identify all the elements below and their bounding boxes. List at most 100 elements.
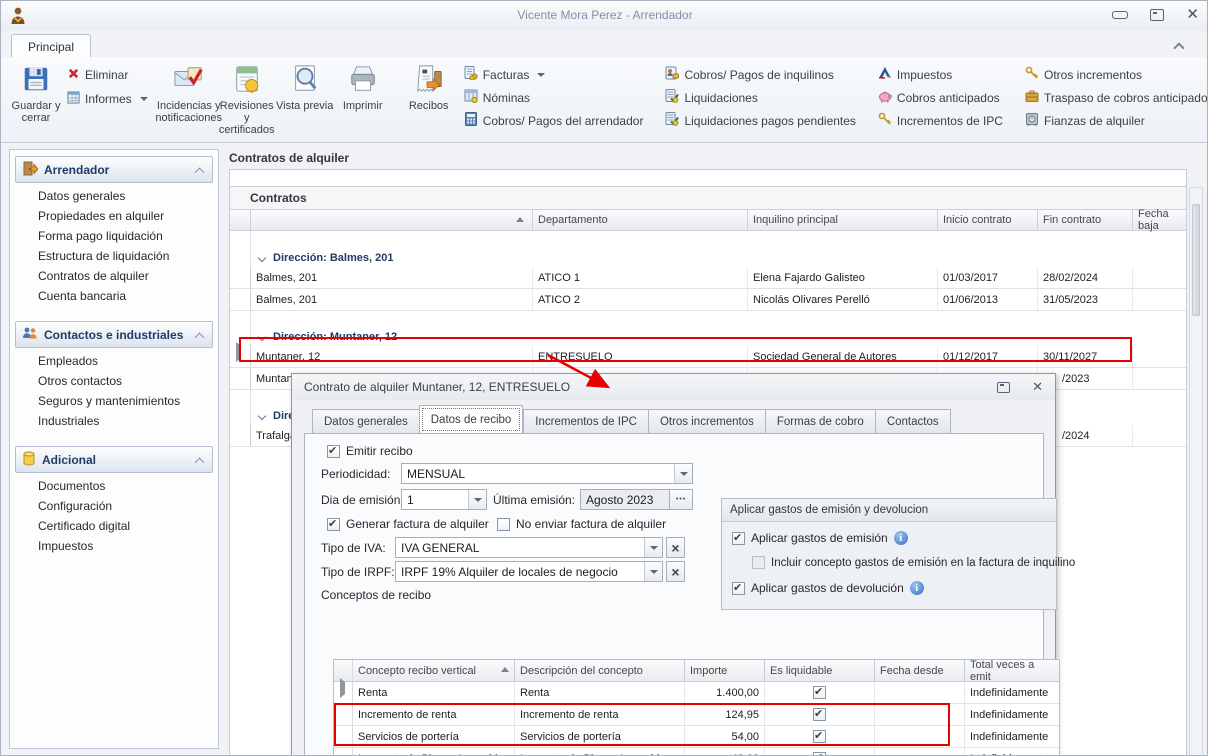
no-enviar-factura-checkbox[interactable]: No enviar factura de alquiler xyxy=(497,517,666,531)
ultima-emision-field[interactable]: Agosto 2023 xyxy=(580,489,670,510)
sidebar-item-industriales[interactable]: Industriales xyxy=(10,412,218,432)
column-header-inicio[interactable]: Inicio contrato xyxy=(938,210,1038,230)
tipo-iva-select[interactable]: IVA GENERAL xyxy=(395,537,663,558)
dropdown-icon[interactable] xyxy=(644,538,662,557)
sidebar-item-impuestos[interactable]: Impuestos xyxy=(10,537,218,557)
column-header-importe[interactable]: Importe xyxy=(685,660,765,681)
concepto-row[interactable]: Servicios de portería Servicios de porte… xyxy=(334,726,1059,748)
es-liquidable-checkbox[interactable] xyxy=(813,708,826,721)
maximize-icon[interactable] xyxy=(997,382,1010,393)
liquidaciones-button[interactable]: Liquidaciones xyxy=(665,89,855,106)
column-header-inquilino[interactable]: Inquilino principal xyxy=(748,210,938,230)
column-header-total-veces[interactable]: Total veces a emit xyxy=(965,660,1059,681)
tipo-irpf-select[interactable]: IRPF 19% Alquiler de locales de negocio xyxy=(395,561,663,582)
dropdown-icon[interactable] xyxy=(674,464,692,483)
otros-incrementos-button[interactable]: Otros incrementos xyxy=(1025,66,1208,83)
column-header-direccion[interactable] xyxy=(251,210,533,230)
column-header-liquidable[interactable]: Es liquidable xyxy=(765,660,875,681)
info-icon[interactable]: i xyxy=(910,581,924,595)
table-row[interactable]: Balmes, 201 ATICO 2 Nicolás Olivares Per… xyxy=(230,289,1186,311)
column-header-fin[interactable]: Fin contrato xyxy=(1038,210,1133,230)
sidebar-item-contratos[interactable]: Contratos de alquiler xyxy=(10,267,218,287)
tab-incrementos-ipc[interactable]: Incrementos de IPC xyxy=(523,409,648,434)
group-row-muntaner[interactable]: Dirección: Muntaner, 12 xyxy=(230,328,1186,346)
aplicar-gastos-devolucion-checkbox[interactable]: Aplicar gastos de devolución i xyxy=(732,581,924,595)
sidebar-item-cuenta[interactable]: Cuenta bancaria xyxy=(10,287,218,307)
recibos-button[interactable]: Recibos xyxy=(400,61,458,138)
group-row-balmes[interactable]: Dirección: Balmes, 201 xyxy=(230,249,1186,267)
collapse-section-icon[interactable] xyxy=(196,166,204,174)
close-icon[interactable] xyxy=(1032,379,1043,395)
cobros-pagos-inquilinos-button[interactable]: Cobros/ Pagos de inquilinos xyxy=(665,66,855,83)
dropdown-icon[interactable] xyxy=(468,490,486,509)
informes-button[interactable]: Informes xyxy=(67,91,148,107)
tab-contactos[interactable]: Contactos xyxy=(875,409,951,434)
es-liquidable-checkbox[interactable] xyxy=(813,730,826,743)
fianzas-button[interactable]: Fianzas de alquiler xyxy=(1025,112,1208,129)
sidebar-item-empleados[interactable]: Empleados xyxy=(10,352,218,372)
concepto-row[interactable]: Incremento de renta Incremento de renta … xyxy=(334,704,1059,726)
column-header-fecha-desde[interactable]: Fecha desde xyxy=(875,660,965,681)
maximize-icon[interactable] xyxy=(1150,9,1164,21)
es-liquidable-checkbox[interactable] xyxy=(813,686,826,699)
minimize-icon[interactable] xyxy=(1112,11,1128,19)
tab-formas-de-cobro[interactable]: Formas de cobro xyxy=(765,409,875,434)
concepto-row[interactable]: Impuesto de Bienes Inmuebles Impuesto de… xyxy=(334,748,1059,756)
tab-principal[interactable]: Principal xyxy=(11,34,91,58)
imprimir-button[interactable]: Imprimir xyxy=(334,61,392,138)
eliminar-button[interactable]: Eliminar xyxy=(67,67,148,83)
sidebar-item-seguros[interactable]: Seguros y mantenimientos xyxy=(10,392,218,412)
column-header-departamento[interactable]: Departamento xyxy=(533,210,748,230)
scrollbar-thumb[interactable] xyxy=(1192,204,1200,316)
table-row[interactable]: Balmes, 201 ATICO 1 Elena Fajardo Galist… xyxy=(230,267,1186,289)
sidebar-item-otros-contactos[interactable]: Otros contactos xyxy=(10,372,218,392)
sidebar-item-propiedades[interactable]: Propiedades en alquiler xyxy=(10,207,218,227)
collapse-section-icon[interactable] xyxy=(196,331,204,339)
clear-irpf-button[interactable] xyxy=(666,561,685,582)
guardar-y-cerrar-button[interactable]: Guardar y cerrar xyxy=(7,61,65,138)
es-liquidable-checkbox[interactable] xyxy=(813,752,826,756)
tab-otros-incrementos[interactable]: Otros incrementos xyxy=(648,409,765,434)
sidebar-item-documentos[interactable]: Documentos xyxy=(10,477,218,497)
clear-iva-button[interactable] xyxy=(666,537,685,558)
sidebar-item-certificado[interactable]: Certificado digital xyxy=(10,517,218,537)
aplicar-gastos-emision-checkbox[interactable]: Aplicar gastos de emisión i xyxy=(732,531,908,545)
periodicidad-select[interactable]: MENSUAL xyxy=(401,463,693,484)
ellipsis-button[interactable] xyxy=(669,489,693,510)
collapse-ribbon-icon[interactable] xyxy=(1175,41,1183,49)
concepto-row[interactable]: Renta Renta 1.400,00 Indefinidamente xyxy=(334,682,1059,704)
facturas-button[interactable]: Facturas xyxy=(464,66,644,83)
incluir-concepto-checkbox[interactable]: Incluir concepto gastos de emisión en la… xyxy=(752,556,1075,569)
close-icon[interactable] xyxy=(1186,9,1199,21)
column-header-baja[interactable]: Fecha baja xyxy=(1133,210,1186,230)
dia-emision-select[interactable]: 1 xyxy=(401,489,487,510)
column-header-concepto[interactable]: Concepto recibo vertical xyxy=(353,660,515,681)
vista-previa-button[interactable]: Vista previa xyxy=(276,61,334,138)
tab-datos-generales[interactable]: Datos generales xyxy=(312,409,419,434)
traspaso-button[interactable]: Traspaso de cobros anticipados xyxy=(1025,89,1208,106)
emitir-recibo-checkbox[interactable]: Emitir recibo xyxy=(327,444,413,458)
sidebar-item-forma-pago[interactable]: Forma pago liquidación xyxy=(10,227,218,247)
incrementos-ipc-button[interactable]: Incrementos de IPC xyxy=(878,112,1003,129)
sidebar-item-datos-generales[interactable]: Datos generales xyxy=(10,187,218,207)
collapse-section-icon[interactable] xyxy=(196,456,204,464)
column-header-descripcion[interactable]: Descripción del concepto xyxy=(515,660,685,681)
impuestos-button[interactable]: Impuestos xyxy=(878,66,1003,83)
revisiones-button[interactable]: Revisiones y certificados xyxy=(218,61,276,138)
nominas-button[interactable]: Nóminas xyxy=(464,89,644,106)
sidebar-section-adicional[interactable]: Adicional xyxy=(15,446,213,473)
info-icon[interactable]: i xyxy=(894,531,908,545)
cobros-pagos-arrendador-button[interactable]: Cobros/ Pagos del arrendador xyxy=(464,112,644,129)
dropdown-icon[interactable] xyxy=(644,562,662,581)
tab-datos-de-recibo[interactable]: Datos de recibo xyxy=(419,405,524,434)
sidebar-section-arrendador[interactable]: Arrendador xyxy=(15,156,213,183)
sidebar-item-configuracion[interactable]: Configuración xyxy=(10,497,218,517)
vertical-scrollbar[interactable] xyxy=(1189,187,1203,756)
incidencias-button[interactable]: Incidencias y notificaciones xyxy=(160,61,218,138)
sidebar-section-contactos[interactable]: Contactos e industriales xyxy=(15,321,213,348)
sidebar-item-estructura[interactable]: Estructura de liquidación xyxy=(10,247,218,267)
generar-factura-checkbox[interactable]: Generar factura de alquiler xyxy=(327,517,489,531)
cobros-anticipados-button[interactable]: Cobros anticipados xyxy=(878,89,1003,106)
table-row-selected[interactable]: Muntaner, 12 ENTRESUELO Sociedad General… xyxy=(230,346,1186,368)
liquidaciones-pendientes-button[interactable]: Liquidaciones pagos pendientes xyxy=(665,112,855,129)
